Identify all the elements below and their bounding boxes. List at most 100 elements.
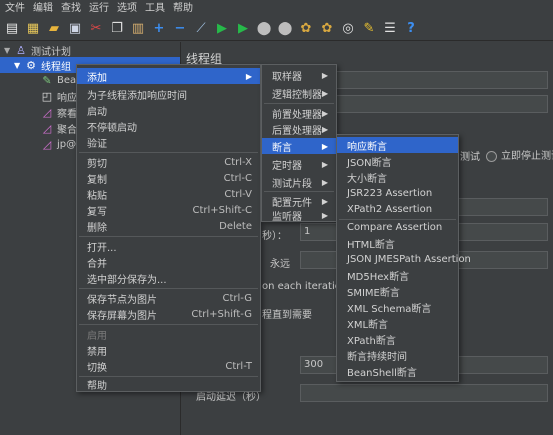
menu-separator [79, 324, 258, 325]
toggle-icon[interactable]: ⟋ [192, 20, 210, 38]
expand-icon[interactable]: + [150, 20, 168, 38]
paste-icon[interactable]: ▥ [129, 20, 147, 38]
menu-item-start[interactable]: 启动 [77, 102, 260, 118]
tree-node-child[interactable]: ◰ 响应 [40, 88, 77, 104]
menu-item-post-processor[interactable]: 后置处理器 ▶ [262, 121, 336, 137]
menu-item-listener[interactable]: 监听器 ▶ [262, 208, 336, 223]
menu-item-xml-assertion[interactable]: XML断言 [337, 315, 458, 331]
tree-node-label: jp@ [57, 138, 77, 150]
cut-icon[interactable]: ✂ [87, 20, 105, 38]
menu-separator [79, 152, 258, 153]
function-helper-icon[interactable]: ☰ [381, 20, 399, 38]
search-icon[interactable]: ◎ [339, 20, 357, 38]
tree-node-label: 响应 [57, 92, 77, 104]
menu-item-enable: 启用 [87, 330, 107, 342]
ramp-up-value: 1 [304, 226, 311, 237]
radio-icon [486, 150, 497, 162]
menu-item-response-assertion[interactable]: 响应断言 [337, 137, 458, 153]
menu-item-add[interactable]: 添加 ▶ [77, 68, 260, 84]
startup-delay-field[interactable] [300, 384, 548, 402]
menu-item-disable[interactable]: 禁用 [77, 342, 260, 358]
menu-item-pre-processor[interactable]: 前置处理器 ▶ [262, 105, 336, 121]
pen-icon: ✎ [42, 73, 52, 87]
menu-item-json-jmespath-assertion[interactable]: JSON JMESPath Assertion [337, 251, 471, 267]
menu-item-help[interactable]: 帮助 [77, 376, 260, 392]
menu-item-duration-assertion[interactable]: 断言持续时间 [337, 347, 458, 363]
menu-help[interactable]: 帮助 [169, 0, 197, 17]
menu-item-jsr223-assertion[interactable]: JSR223 Assertion [337, 185, 458, 201]
menu-item-merge[interactable]: 合并 [77, 254, 260, 270]
menu-item-html-assertion[interactable]: HTML断言 [337, 235, 458, 251]
tree-node-label: 线程组 [41, 61, 71, 73]
help-icon[interactable]: ? [402, 20, 420, 38]
menu-item-beanshell-assertion[interactable]: BeanShell断言 [337, 363, 458, 379]
menu-item-json-assertion[interactable]: JSON断言 [337, 153, 458, 169]
menu-item-logic-controller[interactable]: 逻辑控制器 ▶ [262, 85, 336, 101]
menu-item-size-assertion[interactable]: 大小断言 [337, 169, 458, 185]
menu-item-md5hex-assertion[interactable]: MD5Hex断言 [337, 267, 458, 283]
tree-node-child[interactable]: ◿ 聚合 [40, 120, 77, 136]
start-no-pause-icon[interactable]: ▶ [234, 20, 252, 38]
template-icon[interactable]: ▦ [24, 20, 42, 38]
menu-item-xpath2-assertion[interactable]: XPath2 Assertion [337, 201, 458, 217]
menu-separator [79, 288, 258, 289]
new-icon[interactable]: ▤ [3, 20, 21, 38]
menu-edit[interactable]: 编辑 [29, 0, 57, 17]
submenu-arrow-icon: ▶ [321, 196, 328, 206]
menu-separator [264, 191, 334, 192]
menu-item-paste[interactable]: 粘贴 Ctrl-V [77, 186, 260, 202]
tree-node-test-plan[interactable]: ▼ ♙ 测试计划 [0, 42, 180, 58]
open-icon[interactable]: ▰ [45, 20, 63, 38]
collapse-arrow-icon[interactable]: ▼ [4, 46, 14, 55]
collapse-arrow-icon[interactable]: ▼ [14, 61, 24, 70]
tree-node-child[interactable]: ◿ jp@ [40, 136, 76, 152]
menu-item-smime-assertion[interactable]: SMIME断言 [337, 283, 458, 299]
menu-item-delete[interactable]: 删除 Delete [77, 218, 260, 234]
tree-node-child[interactable]: ✎ Bea [40, 72, 76, 88]
add-submenu: 取样器 ▶ 逻辑控制器 ▶ 前置处理器 ▶ 后置处理器 ▶ 断言 ▶ 定时器 ▶ 测试片段 ▶… [261, 64, 337, 223]
stop-icon[interactable]: ⬤ [255, 20, 273, 38]
menu-item-xml-schema-assertion[interactable]: XML Schema断言 [337, 299, 458, 315]
menu-item-open[interactable]: 打开... [77, 238, 260, 254]
menu-item-sampler[interactable]: 取样器 ▶ [262, 67, 336, 83]
menu-run[interactable]: 运行 [85, 0, 113, 17]
start-icon[interactable]: ▶ [213, 20, 231, 38]
submenu-arrow-icon: ▶ [322, 88, 329, 98]
tree-node-child[interactable]: ◿ 察看 [40, 104, 77, 120]
menu-separator [79, 236, 258, 237]
menu-file[interactable]: 文件 [1, 0, 29, 17]
menu-item-start-no-pause[interactable]: 不停顿启动 [77, 118, 260, 134]
menu-item-xpath-assertion[interactable]: XPath断言 [337, 331, 458, 347]
clear-icon[interactable]: ✿ [297, 20, 315, 38]
menu-options[interactable]: 选项 [113, 0, 141, 17]
menu-item-save-node-image[interactable]: 保存节点为图片 Ctrl-G [77, 290, 260, 306]
save-icon[interactable]: ▣ [66, 20, 84, 38]
menu-item-validate[interactable]: 验证 [77, 134, 260, 150]
copy-icon[interactable]: ❐ [108, 20, 126, 38]
menu-tools[interactable]: 工具 [141, 0, 169, 17]
shutdown-icon[interactable]: ⬤ [276, 20, 294, 38]
collapse-icon[interactable]: − [171, 20, 189, 38]
menu-item-toggle[interactable]: 切换 Ctrl-T [77, 358, 260, 374]
submenu-arrow-icon: ▶ [322, 108, 329, 118]
menu-item-save-selection-as[interactable]: 选中部分保存为... [77, 270, 260, 286]
menu-item-duplicate[interactable]: 复写 Ctrl+Shift-C [77, 202, 260, 218]
reset-search-icon[interactable]: ✎ [360, 20, 378, 38]
menu-item-compare-assertion[interactable]: Compare Assertion [337, 219, 458, 235]
menu-item-assertion[interactable]: 断言 ▶ [262, 138, 336, 154]
assertion-submenu: 响应断言 JSON断言 大小断言 JSR223 Assertion XPath2… [336, 134, 471, 382]
stop-test-now-label: 立即停止测试 [501, 151, 553, 162]
menu-item-copy[interactable]: 复制 Ctrl-C [77, 170, 260, 186]
stop-test-now-radio[interactable]: 立即停止测试 [486, 147, 553, 162]
menu-item-test-fragment[interactable]: 测试片段 ▶ [262, 174, 336, 190]
menu-item-save-screen-image[interactable]: 保存屏幕为图片 Ctrl+Shift-G [77, 306, 260, 322]
menu-item-add-response-time[interactable]: 为子线程添加响应时间 [77, 86, 260, 102]
menu-search[interactable]: 查找 [57, 0, 85, 17]
clear-all-icon[interactable]: ✿ [318, 20, 336, 38]
menu-item-cut[interactable]: 剪切 Ctrl-X [77, 154, 260, 170]
submenu-arrow-icon: ▶ [321, 141, 328, 151]
submenu-arrow-icon: ▶ [321, 159, 328, 169]
forever-checkbox-label[interactable]: 永远 [270, 255, 290, 270]
menu-item-timer[interactable]: 定时器 ▶ [262, 156, 336, 172]
graph-icon: ◿ [42, 137, 52, 151]
